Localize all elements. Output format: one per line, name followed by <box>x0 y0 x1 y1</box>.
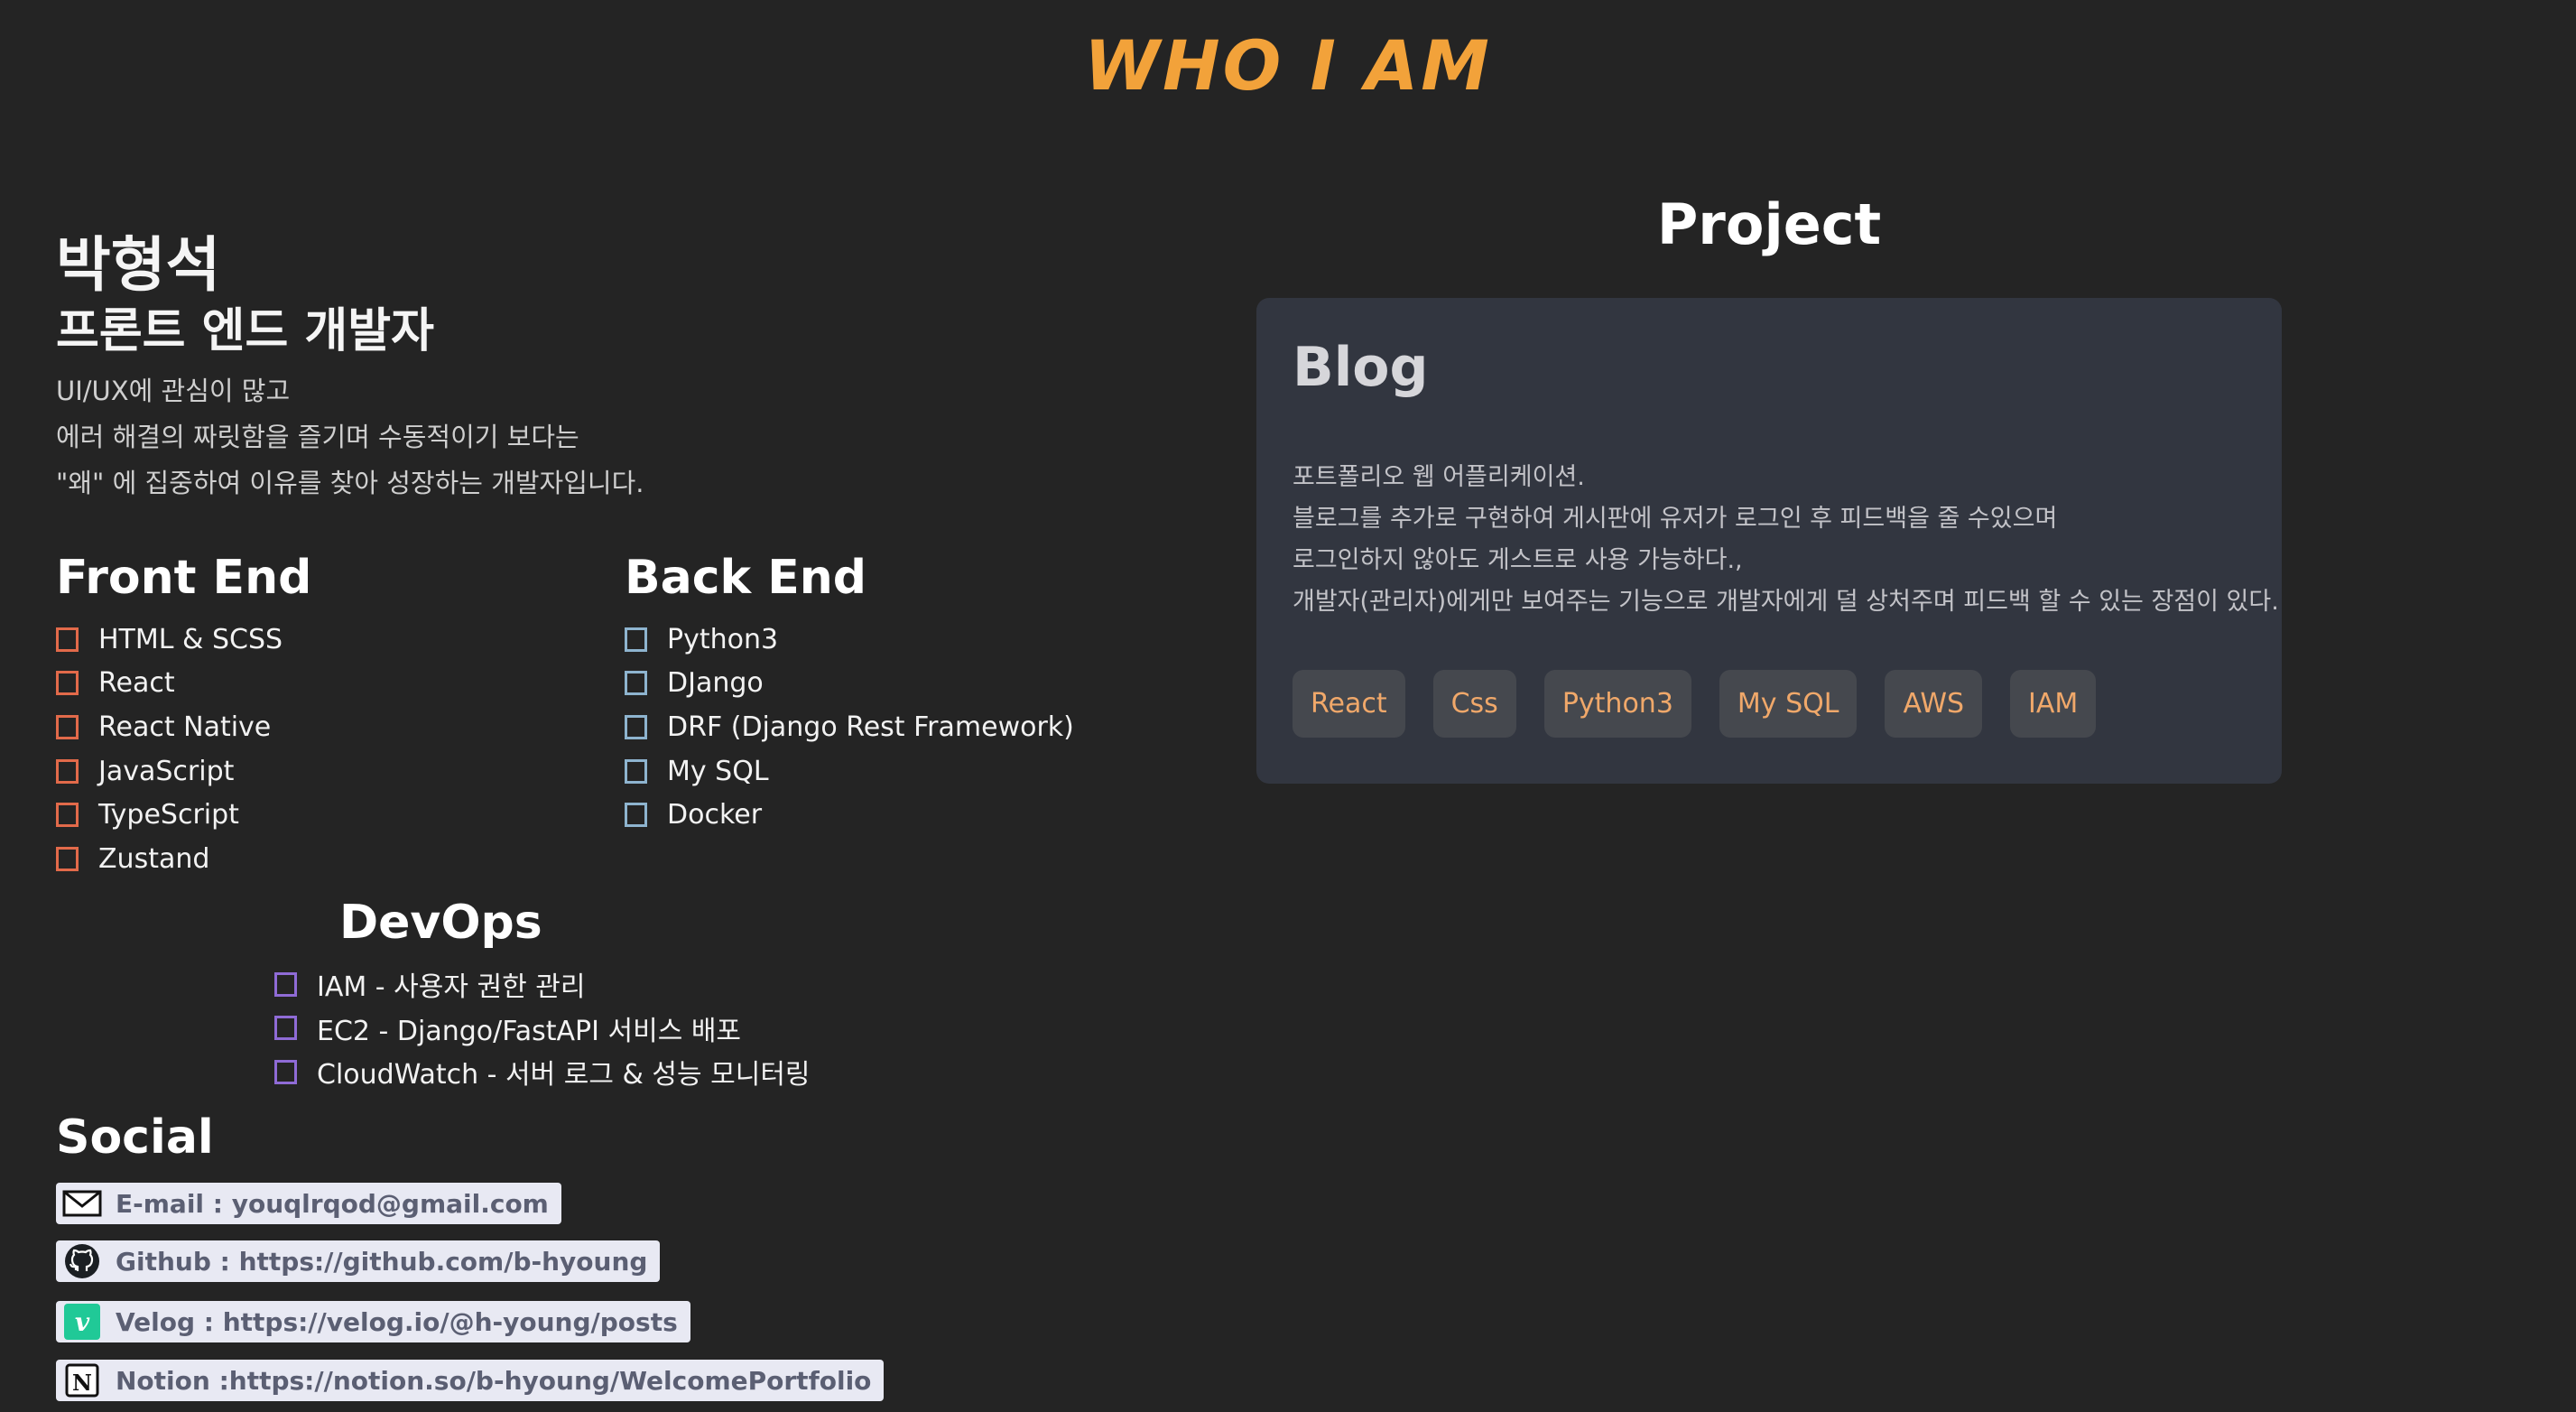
checkbox-icon <box>56 714 79 739</box>
skill-item: JavaScript <box>56 749 311 794</box>
project-section-title: Project <box>1656 191 1882 257</box>
devops-skills: DevOps IAM - 사용자 권한 관리 EC2 - Django/Fast… <box>274 896 811 1094</box>
checkbox-icon <box>625 671 647 696</box>
skill-label: Zustand <box>98 842 210 875</box>
intro-line: UI/UX에 관심이 많고 <box>56 376 291 406</box>
intro-line: "왜" 에 집중하여 이유를 찾아 성장하는 개발자입니다. <box>56 468 644 498</box>
github-link[interactable]: Github : https://github.com/b-hyoung <box>56 1240 661 1282</box>
skill-label: HTML & SCSS <box>98 623 283 655</box>
project-title: Blog <box>1293 336 1429 399</box>
skill-item: React Native <box>56 705 311 749</box>
velog-link[interactable]: v Velog : https://velog.io/@h-young/post… <box>56 1301 690 1342</box>
skill-item: Docker <box>625 793 1074 837</box>
intro-line: 에러 해결의 짜릿함을 즐기며 수동적이기 보다는 <box>56 422 579 452</box>
svg-text:N: N <box>72 1370 92 1396</box>
skill-label: DRF (Django Rest Framework) <box>667 711 1074 743</box>
checkbox-icon <box>274 1016 297 1041</box>
checkbox-icon <box>625 803 647 828</box>
description-line: 블로그를 추가로 구현하여 게시판에 유저가 로그인 후 피드백을 줄 수있으며 <box>1293 505 2058 533</box>
description-line: 로그인하지 않아도 게스트로 사용 가능하다., <box>1293 546 1743 574</box>
checkbox-icon <box>274 971 297 997</box>
frontend-title: Front End <box>56 551 312 605</box>
skill-item: Zustand <box>56 837 311 881</box>
skill-label: React <box>98 667 175 700</box>
svg-text:v: v <box>75 1307 90 1337</box>
skill-item: IAM - 사용자 권한 관리 <box>274 962 811 1007</box>
project-tags: React Css Python3 My SQL AWS IAM <box>1293 670 2124 738</box>
email-label: E-mail : youqlrqod@gmail.com <box>116 1188 549 1219</box>
page-title: WHO I AM <box>1084 25 1492 106</box>
skill-label: EC2 - Django/FastAPI 서비스 배포 <box>317 1015 742 1047</box>
skill-label: TypeScript <box>98 799 239 831</box>
github-icon <box>60 1243 105 1279</box>
skill-label: DJango <box>667 667 764 700</box>
profile-role: 프론트 엔드 개발자 <box>56 304 434 358</box>
notion-link[interactable]: N Notion :https://notion.so/b-hyoung/Wel… <box>56 1360 885 1401</box>
skill-item: TypeScript <box>56 793 311 837</box>
skill-item: DJango <box>625 662 1074 706</box>
skill-label: CloudWatch - 서버 로그 & 성능 모니터링 <box>317 1059 811 1092</box>
backend-skills: Back End Python3 DJango DRF (Django Rest… <box>625 551 1074 837</box>
profile-name: 박형석 <box>56 230 221 300</box>
description-line: 개발자(관리자)에게만 보여주는 기능으로 개발자에게 덜 상처주며 피드백 할… <box>1293 588 2279 616</box>
frontend-skills: Front End HTML & SCSS React React Native… <box>56 551 311 881</box>
tech-tag: React <box>1293 670 1405 738</box>
profile-intro: UI/UX에 관심이 많고 에러 해결의 짜릿함을 즐기며 수동적이기 보다는 … <box>56 368 644 506</box>
skill-item: Python3 <box>625 618 1074 662</box>
tech-tag: AWS <box>1885 670 1983 738</box>
checkbox-icon <box>56 627 79 652</box>
skill-item: EC2 - Django/FastAPI 서비스 배포 <box>274 1007 811 1051</box>
tech-tag: Python3 <box>1543 670 1691 738</box>
github-label: Github : https://github.com/b-hyoung <box>116 1246 648 1277</box>
skill-label: Docker <box>667 799 763 831</box>
social-title: Social <box>56 1110 214 1165</box>
velog-icon: v <box>60 1304 105 1340</box>
skill-label: Python3 <box>667 623 779 655</box>
project-card[interactable]: Blog 포트폴리오 웹 어플리케이션. 블로그를 추가로 구현하여 게시판에 … <box>1256 298 2282 784</box>
devops-title: DevOps <box>339 896 542 950</box>
tech-tag: Css <box>1432 670 1516 738</box>
email-link[interactable]: E-mail : youqlrqod@gmail.com <box>56 1183 561 1224</box>
checkbox-icon <box>274 1059 297 1084</box>
skill-item: React <box>56 662 311 706</box>
backend-title: Back End <box>625 551 866 605</box>
skill-item: CloudWatch - 서버 로그 & 성능 모니터링 <box>274 1050 811 1094</box>
skill-item: DRF (Django Rest Framework) <box>625 705 1074 749</box>
tech-tag: My SQL <box>1719 670 1858 738</box>
skill-label: My SQL <box>667 755 769 787</box>
project-description: 포트폴리오 웹 어플리케이션. 블로그를 추가로 구현하여 게시판에 유저가 로… <box>1293 457 2279 623</box>
checkbox-icon <box>56 671 79 696</box>
checkbox-icon <box>56 846 79 871</box>
skill-label: JavaScript <box>98 755 235 787</box>
checkbox-icon <box>625 627 647 652</box>
checkbox-icon <box>56 758 79 784</box>
skill-label: React Native <box>98 711 272 743</box>
velog-label: Velog : https://velog.io/@h-young/posts <box>116 1306 678 1337</box>
checkbox-icon <box>625 758 647 784</box>
mail-icon <box>60 1185 105 1222</box>
skill-label: IAM - 사용자 권한 관리 <box>317 971 586 1004</box>
notion-label: Notion :https://notion.so/b-hyoung/Welco… <box>116 1365 872 1396</box>
checkbox-icon <box>625 714 647 739</box>
skill-item: My SQL <box>625 749 1074 794</box>
notion-icon: N <box>60 1362 105 1398</box>
description-line: 포트폴리오 웹 어플리케이션. <box>1293 463 1585 491</box>
checkbox-icon <box>56 803 79 828</box>
tech-tag: IAM <box>2010 670 2097 738</box>
skill-item: HTML & SCSS <box>56 618 311 662</box>
